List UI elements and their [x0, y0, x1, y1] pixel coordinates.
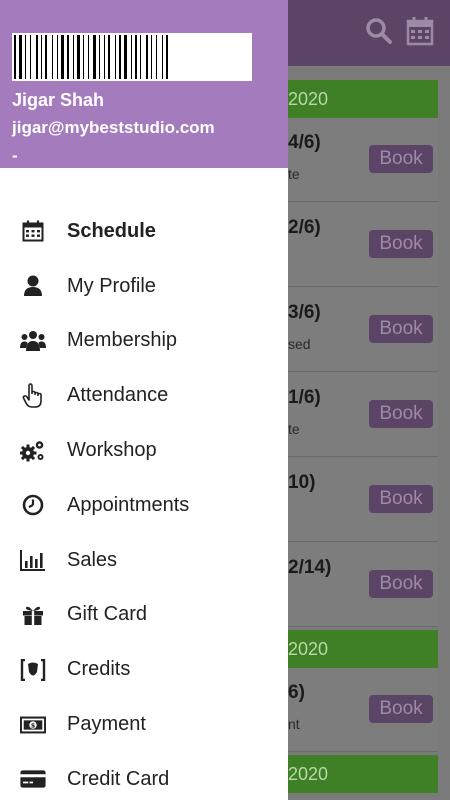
menu-item-schedule[interactable]: Schedule — [0, 204, 288, 259]
menu-label: Workshop — [67, 439, 157, 462]
menu-item-workshop[interactable]: Workshop — [0, 423, 288, 478]
menu-label: Credit Card — [67, 767, 170, 790]
member-barcode — [12, 33, 252, 81]
class-card[interactable]: 1/6) te Book — [288, 373, 438, 457]
date-header: 2020 — [288, 755, 438, 793]
menu-label: Appointments — [67, 493, 190, 516]
class-card[interactable]: 3/6) sed Book — [288, 288, 438, 372]
class-capacity: 3/6) — [288, 302, 321, 323]
class-status: nt — [288, 716, 300, 732]
menu-label: Payment — [67, 713, 146, 736]
date-header: 2020 — [288, 630, 438, 668]
user-extra: - — [12, 146, 18, 165]
class-capacity: 6) — [288, 682, 305, 703]
gift-icon — [20, 602, 46, 628]
book-button[interactable]: Book — [369, 230, 433, 258]
svg-text:$: $ — [31, 721, 36, 729]
book-button[interactable]: Book — [369, 485, 433, 513]
class-card[interactable]: 2/14) Book — [288, 543, 438, 627]
clock-icon — [20, 492, 46, 518]
gears-icon — [20, 438, 46, 464]
navigation-drawer: Jigar Shah jigar@mybeststudio.com - Sche… — [0, 0, 288, 800]
class-status: sed — [288, 336, 311, 352]
class-card[interactable]: 6) nt Book — [288, 668, 438, 752]
class-card[interactable]: 4/6) te Book — [288, 118, 438, 202]
user-icon — [20, 273, 46, 299]
drawer-menu: Schedule My Profile Membership Attendanc… — [0, 204, 288, 800]
drawer-header: Jigar Shah jigar@mybeststudio.com - — [0, 0, 288, 168]
date-header: 2020 — [288, 80, 438, 118]
credits-icon — [20, 657, 46, 683]
menu-label: Credits — [67, 658, 131, 681]
menu-label: Attendance — [67, 384, 169, 407]
class-status: te — [288, 421, 300, 437]
menu-label: My Profile — [67, 274, 156, 297]
calendar-icon[interactable] — [406, 16, 436, 46]
class-status: te — [288, 166, 300, 182]
book-button[interactable]: Book — [369, 570, 433, 598]
book-button[interactable]: Book — [369, 315, 433, 343]
menu-item-membership[interactable]: Membership — [0, 314, 288, 369]
class-card[interactable]: 10) Book — [288, 458, 438, 542]
credit-card-icon — [20, 766, 46, 792]
user-name: Jigar Shah — [12, 90, 105, 110]
book-button[interactable]: Book — [369, 400, 433, 428]
menu-label: Gift Card — [67, 603, 148, 626]
class-card[interactable]: 2/6) Book — [288, 203, 438, 287]
menu-item-gift-card[interactable]: Gift Card — [0, 588, 288, 643]
class-capacity: 1/6) — [288, 387, 321, 408]
book-button[interactable]: Book — [369, 695, 433, 723]
menu-item-credit-card[interactable]: Credit Card — [0, 752, 288, 800]
menu-item-sales[interactable]: Sales — [0, 533, 288, 588]
class-capacity: 2/14) — [288, 557, 332, 578]
menu-label: Sales — [67, 548, 118, 571]
user-email: jigar@mybeststudio.com — [12, 118, 215, 137]
class-capacity: 10) — [288, 472, 316, 493]
menu-item-payment[interactable]: $ Payment — [0, 697, 288, 752]
menu-item-appointments[interactable]: Appointments — [0, 478, 288, 533]
menu-item-my-profile[interactable]: My Profile — [0, 259, 288, 314]
hand-pointer-icon — [20, 382, 46, 409]
menu-item-attendance[interactable]: Attendance — [0, 368, 288, 423]
money-icon: $ — [20, 712, 46, 738]
class-capacity: 4/6) — [288, 132, 321, 153]
menu-label: Membership — [67, 329, 178, 352]
class-list: 2020 4/6) te Book 2/6) Book 3/6) sed Boo… — [288, 80, 438, 800]
menu-label: Schedule — [67, 219, 156, 242]
search-icon[interactable] — [364, 16, 394, 46]
group-icon — [20, 328, 46, 354]
calendar-icon — [20, 218, 46, 244]
menu-item-credits[interactable]: Credits — [0, 642, 288, 697]
book-button[interactable]: Book — [369, 145, 433, 173]
class-capacity: 2/6) — [288, 217, 321, 238]
bar-chart-icon — [20, 547, 46, 573]
